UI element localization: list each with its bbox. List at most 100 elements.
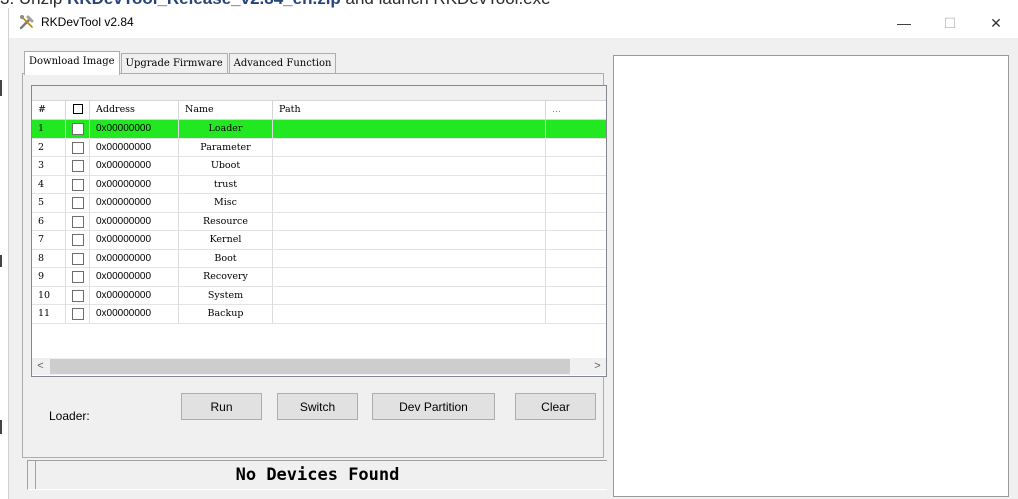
row-name[interactable]: System (179, 286, 273, 305)
row-name[interactable]: Recovery (179, 268, 273, 286)
tab-upgrade-firmware[interactable]: Upgrade Firmware (120, 53, 228, 74)
row-checkbox[interactable] (66, 268, 90, 286)
row-more[interactable] (546, 120, 580, 138)
row-checkbox[interactable] (66, 175, 90, 194)
row-path[interactable] (273, 120, 546, 138)
row-name[interactable]: Kernel (179, 231, 273, 249)
table-row[interactable]: 3 0x00000000 Uboot (32, 157, 606, 176)
row-checkbox[interactable] (66, 286, 90, 305)
checkbox-icon[interactable] (71, 234, 84, 246)
row-checkbox[interactable] (66, 120, 90, 138)
maximize-button[interactable]: ☐ (927, 8, 973, 38)
table-row[interactable]: 8 0x00000000 Boot (32, 249, 606, 268)
horizontal-scrollbar[interactable]: < > (32, 358, 606, 375)
checkbox-icon[interactable] (71, 308, 84, 320)
log-output-box[interactable] (613, 55, 1009, 497)
row-address[interactable]: 0x00000000 (90, 286, 179, 305)
tab-advanced-function[interactable]: Advanced Function (228, 53, 337, 74)
row-name[interactable]: Backup (179, 305, 273, 323)
header-path[interactable]: Path (273, 101, 546, 119)
clear-button[interactable]: Clear (515, 393, 596, 420)
row-more[interactable] (546, 250, 580, 268)
checkbox-icon[interactable] (71, 252, 84, 265)
row-more[interactable] (546, 231, 580, 249)
switch-button[interactable]: Switch (277, 393, 358, 420)
checkbox-icon[interactable] (71, 289, 84, 302)
row-checkbox[interactable] (66, 157, 90, 175)
row-more[interactable] (546, 287, 580, 305)
row-address[interactable]: 0x00000000 (90, 157, 179, 175)
checkbox-icon[interactable] (71, 197, 84, 209)
checkbox-icon[interactable] (71, 178, 84, 191)
header-address[interactable]: Address (90, 101, 179, 119)
checkbox-icon[interactable] (71, 160, 84, 172)
row-address[interactable]: 0x00000000 (90, 138, 179, 157)
dev-partition-button[interactable]: Dev Partition (372, 393, 495, 420)
row-path[interactable] (273, 286, 546, 305)
row-more[interactable] (546, 139, 580, 157)
row-path[interactable] (273, 268, 546, 286)
row-checkbox[interactable] (66, 194, 90, 212)
run-button[interactable]: Run (181, 393, 262, 420)
checkbox-icon[interactable] (71, 123, 84, 135)
row-path[interactable] (273, 231, 546, 249)
table-row[interactable]: 5 0x00000000 Misc (32, 194, 606, 213)
scroll-left-icon[interactable]: < (32, 358, 49, 375)
row-name[interactable]: Parameter (179, 138, 273, 157)
table-row[interactable]: 9 0x00000000 Recovery (32, 268, 606, 287)
row-checkbox[interactable] (66, 231, 90, 249)
row-address[interactable]: 0x00000000 (90, 305, 179, 323)
row-address[interactable]: 0x00000000 (90, 231, 179, 249)
row-address[interactable]: 0x00000000 (90, 212, 179, 231)
row-checkbox[interactable] (66, 138, 90, 157)
row-more[interactable] (546, 157, 580, 175)
row-name[interactable]: Loader (179, 120, 273, 138)
header-select-all[interactable] (66, 101, 90, 119)
row-address[interactable]: 0x00000000 (90, 194, 179, 212)
row-address[interactable]: 0x00000000 (90, 268, 179, 286)
row-more[interactable] (546, 176, 580, 194)
row-path[interactable] (273, 157, 546, 175)
minimize-button[interactable]: — (881, 8, 927, 38)
header-more[interactable]: ... (546, 101, 580, 119)
row-name[interactable]: Misc (179, 194, 273, 212)
table-row[interactable]: 11 0x00000000 Backup (32, 305, 606, 324)
row-checkbox[interactable] (66, 249, 90, 268)
scroll-right-icon[interactable]: > (589, 358, 606, 375)
table-row[interactable]: 7 0x00000000 Kernel (32, 231, 606, 250)
table-row[interactable]: 4 0x00000000 trust (32, 175, 606, 194)
image-list[interactable]: # Address Name Path ... 1 0x00000000 Loade… (31, 85, 607, 377)
row-address[interactable]: 0x00000000 (90, 175, 179, 194)
row-name[interactable]: trust (179, 175, 273, 194)
scroll-thumb[interactable] (50, 359, 570, 374)
row-checkbox[interactable] (66, 305, 90, 323)
checkbox-icon[interactable] (71, 141, 84, 154)
header-name[interactable]: Name (179, 101, 273, 119)
table-row[interactable]: 6 0x00000000 Resource (32, 212, 606, 231)
row-path[interactable] (273, 249, 546, 268)
table-row[interactable]: 2 0x00000000 Parameter (32, 138, 606, 157)
table-row[interactable]: 1 0x00000000 Loader (32, 120, 606, 139)
row-name[interactable]: Resource (179, 212, 273, 231)
row-path[interactable] (273, 138, 546, 157)
row-name[interactable]: Uboot (179, 157, 273, 175)
row-address[interactable]: 0x00000000 (90, 249, 179, 268)
header-num[interactable]: # (32, 101, 66, 119)
table-row[interactable]: 10 0x00000000 System (32, 286, 606, 305)
tab-download-image[interactable]: Download Image (24, 51, 120, 75)
row-more[interactable] (546, 305, 580, 323)
checkbox-icon[interactable] (71, 271, 84, 283)
row-address[interactable]: 0x00000000 (90, 120, 179, 138)
row-path[interactable] (273, 194, 546, 212)
row-path[interactable] (273, 305, 546, 323)
row-path[interactable] (273, 212, 546, 231)
row-more[interactable] (546, 268, 580, 286)
row-more[interactable] (546, 194, 580, 212)
title-bar[interactable]: RKDevTool v2.84 — ☐ ✕ (9, 8, 1018, 38)
row-more[interactable] (546, 213, 580, 231)
row-path[interactable] (273, 175, 546, 194)
close-button[interactable]: ✕ (973, 8, 1018, 38)
row-checkbox[interactable] (66, 212, 90, 231)
checkbox-icon[interactable] (71, 215, 84, 228)
row-name[interactable]: Boot (179, 249, 273, 268)
